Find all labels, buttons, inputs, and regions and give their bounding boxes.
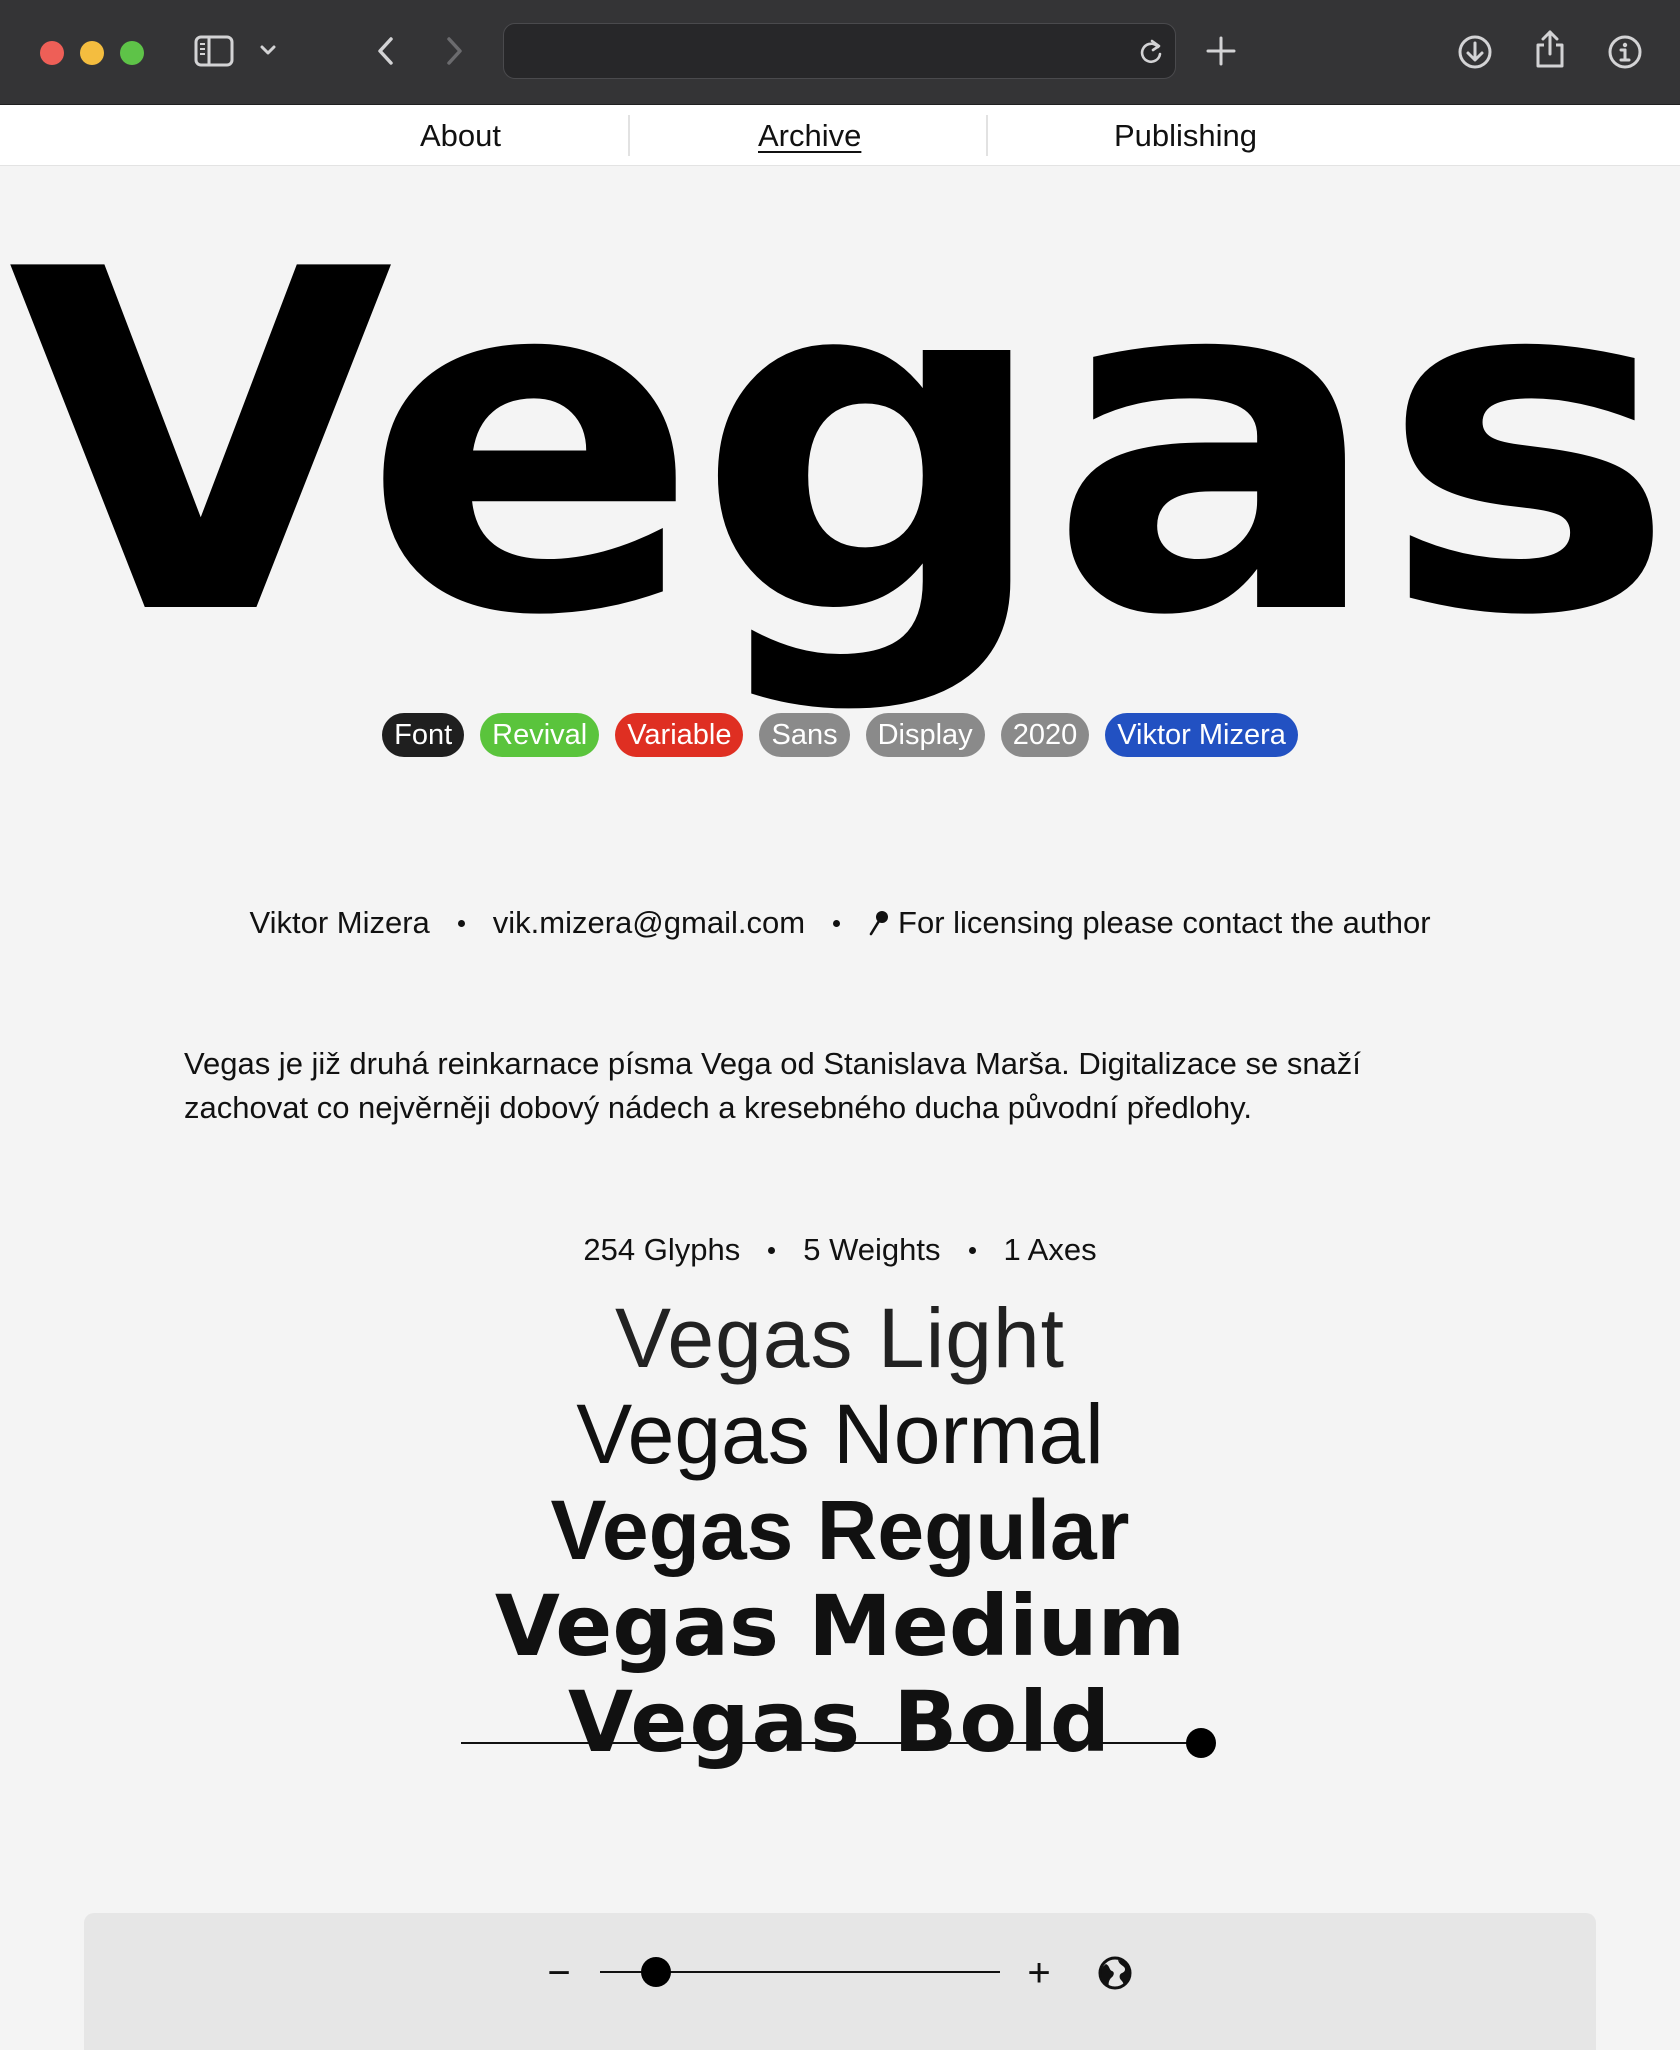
- pin-icon: [868, 909, 890, 937]
- tag-year[interactable]: 2020: [1000, 713, 1090, 757]
- separator-dot: [833, 919, 841, 927]
- tag-revival[interactable]: Revival: [480, 713, 600, 757]
- separator-dot: [968, 1246, 976, 1254]
- reload-icon[interactable]: [1136, 36, 1166, 66]
- separator-dot: [457, 919, 465, 927]
- author-email-link[interactable]: vik.mizera@gmail.com: [493, 905, 805, 941]
- nav-divider: [986, 115, 988, 156]
- weight-sample-regular: Vegas Regular: [550, 1483, 1130, 1577]
- nav-divider: [628, 115, 630, 156]
- weight-slider-track[interactable]: [461, 1742, 1201, 1744]
- glyph-count: 254 Glyphs: [583, 1232, 741, 1267]
- weight-slider-thumb[interactable]: [1186, 1728, 1216, 1758]
- author-name: Viktor Mizera: [249, 905, 430, 940]
- tag-author[interactable]: Viktor Mizera: [1105, 713, 1298, 757]
- browser-toolbar: [0, 0, 1680, 105]
- weight-sample-light: Vegas Light: [614, 1291, 1066, 1385]
- size-slider-thumb[interactable]: [641, 1957, 671, 1987]
- forward-arrow-icon[interactable]: [440, 32, 470, 70]
- nav-archive-link[interactable]: Archive: [758, 105, 861, 166]
- chevron-down-icon[interactable]: [258, 40, 278, 60]
- increase-size-button[interactable]: +: [1019, 1953, 1059, 1993]
- globe-icon[interactable]: [1096, 1954, 1134, 1992]
- weight-slider[interactable]: [461, 1728, 1219, 1758]
- weight-samples: Vegas Light Vegas Normal Vegas Regular V…: [0, 1290, 1680, 1770]
- nav-about-link[interactable]: About: [420, 105, 501, 166]
- separator-dot: [768, 1246, 776, 1254]
- weight-count: 5 Weights: [803, 1232, 941, 1267]
- address-bar[interactable]: [503, 23, 1176, 79]
- decrease-size-button[interactable]: −: [539, 1953, 579, 1993]
- back-arrow-icon[interactable]: [370, 32, 400, 70]
- tag-list: Font Revival Variable Sans Display 2020 …: [0, 713, 1680, 757]
- minimize-window-button[interactable]: [80, 41, 104, 65]
- tag-sans[interactable]: Sans: [759, 713, 850, 757]
- minus-label: −: [547, 1951, 571, 1995]
- preview-controls-bar: − +: [84, 1913, 1596, 2050]
- new-tab-plus-icon[interactable]: [1203, 33, 1239, 69]
- page-content: About Archive Publishing Vegas Font Revi…: [0, 105, 1680, 2050]
- font-description: Vegas je již druhá reinkarnace písma Veg…: [184, 1046, 1361, 1125]
- tag-variable[interactable]: Variable: [615, 713, 744, 757]
- plus-label: +: [1027, 1951, 1051, 1995]
- download-icon[interactable]: [1456, 33, 1494, 71]
- axes-count: 1 Axes: [1003, 1232, 1097, 1267]
- top-navigation: About Archive Publishing: [0, 105, 1680, 166]
- size-slider[interactable]: [600, 1957, 1000, 1987]
- zoom-window-button[interactable]: [120, 41, 144, 65]
- share-icon[interactable]: [1532, 28, 1568, 70]
- tag-display[interactable]: Display: [865, 713, 985, 757]
- nav-publishing-link[interactable]: Publishing: [1114, 105, 1257, 166]
- font-stats: 254 Glyphs 5 Weights 1 Axes: [0, 1232, 1680, 1268]
- author-meta: Viktor Mizera vik.mizera@gmail.com For l…: [0, 905, 1680, 941]
- close-window-button[interactable]: [40, 41, 64, 65]
- tag-font[interactable]: Font: [382, 713, 465, 757]
- licensing-note: For licensing please contact the author: [898, 905, 1431, 940]
- weight-sample-normal: Vegas Normal: [576, 1387, 1104, 1481]
- weight-sample-medium: Vegas Medium: [494, 1577, 1186, 1675]
- info-icon[interactable]: [1606, 33, 1644, 71]
- font-title: Vegas: [7, 171, 1677, 718]
- sidebar-toggle-icon[interactable]: [193, 33, 235, 69]
